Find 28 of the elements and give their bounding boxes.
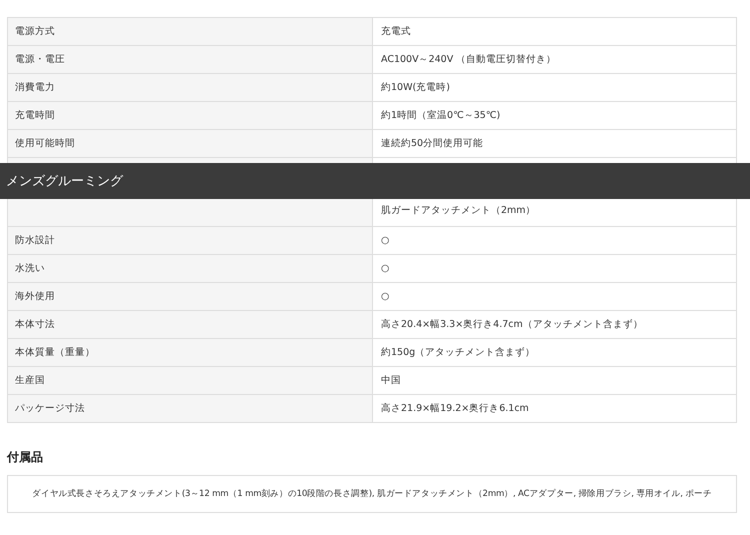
label-cell: 電源方式 (8, 18, 373, 45)
label-cell: 電源・電圧 (8, 46, 373, 73)
value-cell-text: 約1時間（室温0℃～35℃) (380, 109, 502, 123)
value-cell-text: AC100V～240V （自動電圧切替付き） (380, 53, 558, 67)
label-cell: 水洗い (8, 255, 373, 282)
label-cell: 防水設計 (8, 227, 373, 254)
label-cell: 海外使用 (8, 283, 373, 310)
value-cell-text: 中国 (380, 374, 402, 388)
value-cell-text: 約150g（アタッチメント含まず） (380, 346, 536, 360)
value-cell-text: ○ (380, 234, 390, 248)
value-cell-text: 肌ガードアタッチメント（2mm） (380, 204, 537, 218)
value-cell-text: 充電式 (380, 25, 412, 39)
value-cell-text: 高さ21.9×幅19.2×奥行き6.1cm (380, 402, 530, 416)
value-cell-text: 約10W(充電時) (380, 81, 451, 95)
label-cell: 消費電力 (8, 74, 373, 101)
value-cell-text: ○ (380, 262, 390, 276)
label-cell: 本体質量（重量） (8, 339, 373, 366)
section-heading: 付属品 (7, 449, 44, 466)
accessories-text: ダイヤル式長さそろえアタッチメント(3～12 mm（1 mm刻み）の10段階の長さ調整), 肌ガードアタッチメント（2mm）, ACアダプター, 掃除用ブラシ, 専用オイル, ポーチ (32, 488, 712, 500)
value-cell-text: ○ (380, 290, 390, 304)
label-cell: 充電時間 (8, 102, 373, 129)
label-cell: パッケージ寸法 (8, 395, 373, 422)
value-cell-text: 連続約50分間使用可能 (380, 137, 484, 151)
category-title: メンズグルーミング (6, 173, 123, 190)
value-cell-text: 高さ20.4×幅3.3×奥行き4.7cm（アタッチメント含まず） (380, 318, 644, 332)
label-cell: 生産国 (8, 367, 373, 394)
label-cell: 本体寸法 (8, 311, 373, 338)
label-cell: 使用可能時間 (8, 130, 373, 157)
